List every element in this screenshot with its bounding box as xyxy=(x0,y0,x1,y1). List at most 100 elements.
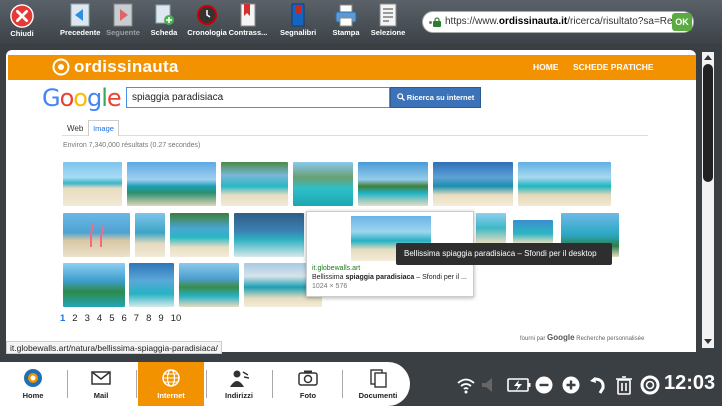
close-icon xyxy=(10,4,34,28)
image-result[interactable] xyxy=(63,263,125,307)
image-result[interactable] xyxy=(518,162,611,206)
image-result[interactable] xyxy=(63,162,122,206)
trash-icon[interactable] xyxy=(614,375,634,395)
task-internet-label: Internet xyxy=(157,391,185,400)
page-link[interactable]: 7 xyxy=(134,313,139,324)
task-home[interactable]: Home xyxy=(10,362,56,406)
task-foto-label: Foto xyxy=(299,391,317,400)
page-link[interactable]: 10 xyxy=(171,313,182,324)
preview-size: 1024 × 576 xyxy=(312,283,348,290)
search-button-label: Ricerca su internet xyxy=(406,93,475,102)
selection-icon xyxy=(379,3,397,27)
back-button[interactable]: Precedente xyxy=(60,2,100,42)
battery-charging-icon xyxy=(507,378,531,392)
pagination: 1 2 3 4 5 6 7 8 9 10 xyxy=(60,313,188,324)
scroll-down-icon[interactable] xyxy=(703,338,713,346)
wifi-icon[interactable] xyxy=(456,375,476,395)
url-bar[interactable]: https://www.ordissinauta.it/ricerca/risu… xyxy=(422,11,694,33)
back-label: Precedente xyxy=(60,28,101,37)
image-result[interactable] xyxy=(127,162,216,206)
task-documenti-label: Documenti xyxy=(358,391,398,400)
help-lifebuoy-icon[interactable] xyxy=(640,375,660,395)
google-logo: Google xyxy=(42,84,122,112)
url-ok-button[interactable]: OK xyxy=(672,13,692,31)
image-result[interactable] xyxy=(170,213,229,257)
bookmarks-button[interactable]: Segnalibri xyxy=(280,2,316,42)
preview-source-url[interactable]: it.globewalls.art xyxy=(312,265,360,272)
contacts-icon xyxy=(230,370,250,387)
undo-icon[interactable] xyxy=(588,375,608,395)
site-logo-text: ordissinauta xyxy=(74,57,179,76)
home-icon xyxy=(24,369,42,387)
bookmarks-icon xyxy=(291,3,305,27)
task-documenti[interactable]: Documenti xyxy=(352,362,404,406)
page-link[interactable]: 6 xyxy=(121,313,126,324)
page-link-current[interactable]: 1 xyxy=(60,313,65,324)
page-link[interactable]: 4 xyxy=(97,313,102,324)
tab-web[interactable]: Web xyxy=(67,124,83,133)
nav-schede-link[interactable]: SCHEDE PRATICHE xyxy=(573,62,654,72)
taskbar-apps xyxy=(0,362,410,406)
search-input[interactable]: spiaggia paradisiaca xyxy=(126,87,390,108)
task-internet[interactable]: Internet xyxy=(138,362,204,406)
printer-icon xyxy=(335,4,357,27)
page-link[interactable]: 9 xyxy=(158,313,163,324)
task-mail[interactable]: Mail xyxy=(78,362,124,406)
selection-label: Selezione xyxy=(370,28,406,37)
close-button[interactable]: Chiudi xyxy=(4,3,40,43)
image-result[interactable] xyxy=(476,213,506,243)
mail-icon xyxy=(91,371,111,385)
search-button[interactable]: Ricerca su internet xyxy=(390,87,481,108)
task-indirizzi[interactable]: Indirizzi xyxy=(216,362,262,406)
nav-home-link[interactable]: HOME xyxy=(533,62,559,72)
search-value: spiaggia paradisiaca xyxy=(132,92,224,103)
bookmark-button[interactable]: Contrass... xyxy=(228,2,268,42)
taskbar-separator xyxy=(67,370,68,398)
bookmark-label: Contrass... xyxy=(228,28,268,37)
scroll-up-icon[interactable] xyxy=(703,53,713,61)
image-result[interactable] xyxy=(513,220,553,243)
tab-image[interactable]: Image xyxy=(88,120,119,136)
image-result[interactable] xyxy=(234,213,304,257)
clock: 12:03 xyxy=(664,372,716,394)
image-result[interactable] xyxy=(179,263,239,307)
volume-muted-icon[interactable] xyxy=(478,375,498,395)
history-button[interactable]: Cronologia xyxy=(187,2,227,42)
selection-button[interactable]: Selezione xyxy=(370,2,406,42)
bookmark-icon xyxy=(240,3,256,27)
globe-icon xyxy=(162,369,180,387)
page-link[interactable]: 8 xyxy=(146,313,151,324)
results-count: Environ 7,340,000 résultats (0.27 second… xyxy=(63,142,201,149)
image-result[interactable] xyxy=(135,213,165,257)
taskbar-separator xyxy=(272,370,273,398)
forward-button[interactable]: Seguente xyxy=(105,2,141,42)
zoom-in-icon[interactable] xyxy=(561,375,581,395)
zoom-out-icon[interactable] xyxy=(534,375,554,395)
image-result[interactable] xyxy=(358,162,428,206)
image-result[interactable] xyxy=(433,162,513,206)
taskbar-separator xyxy=(136,370,137,398)
preview-title[interactable]: Bellissima spiaggia paradisiaca – Sfondi… xyxy=(312,274,467,281)
image-result[interactable] xyxy=(221,162,288,206)
image-result[interactable] xyxy=(63,213,130,257)
new-tab-label: Scheda xyxy=(150,28,178,37)
flamingos-icon xyxy=(90,222,105,247)
page-link[interactable]: 5 xyxy=(109,313,114,324)
site-logo[interactable]: ordissinauta xyxy=(52,58,178,76)
bookmarks-label: Segnalibri xyxy=(280,28,317,37)
image-result[interactable] xyxy=(293,162,353,206)
history-label: Cronologia xyxy=(187,28,227,37)
taskbar-separator xyxy=(206,370,207,398)
history-icon xyxy=(197,5,217,25)
print-button[interactable]: Stampa xyxy=(330,2,362,42)
status-url: it.globewalls.art/natura/bellissima-spia… xyxy=(6,341,222,354)
task-foto[interactable]: Foto xyxy=(285,362,331,406)
page-link[interactable]: 3 xyxy=(85,313,90,324)
new-tab-button[interactable]: Scheda xyxy=(150,2,178,42)
page-link[interactable]: 2 xyxy=(72,313,77,324)
taskbar-separator xyxy=(342,370,343,398)
image-result[interactable] xyxy=(129,263,174,307)
task-home-label: Home xyxy=(22,391,44,400)
scrollbar-thumb[interactable] xyxy=(703,64,713,182)
documents-icon xyxy=(370,369,387,388)
